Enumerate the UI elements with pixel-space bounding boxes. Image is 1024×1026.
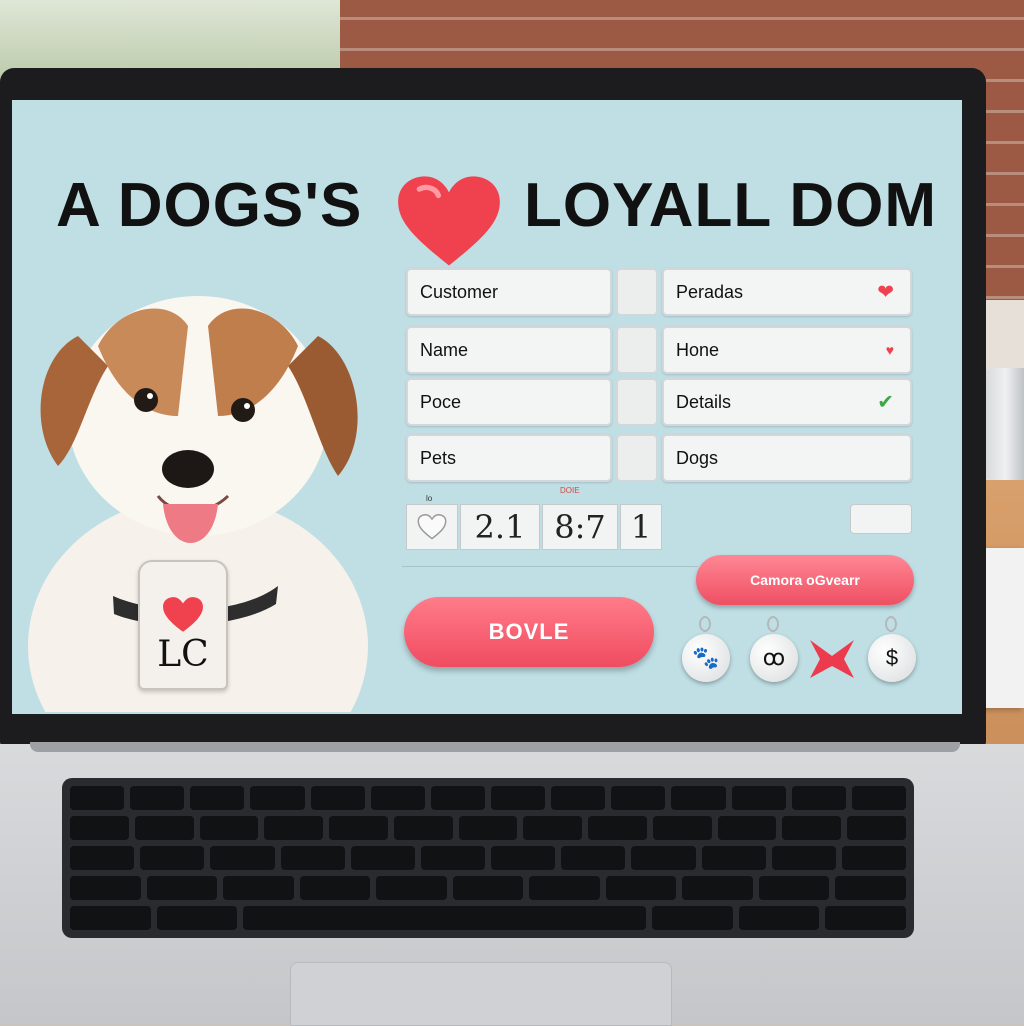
- close-icon[interactable]: [806, 636, 858, 682]
- collar-tag: LC: [138, 560, 228, 690]
- clover-icon: ꝏ: [750, 634, 798, 682]
- field-label: Name: [420, 339, 469, 360]
- checkbox[interactable]: [616, 326, 658, 374]
- pets-field[interactable]: Pets: [406, 434, 612, 482]
- trackpad: [290, 962, 672, 1026]
- customer-field[interactable]: Customer: [406, 268, 612, 316]
- field-label: Poce: [420, 391, 462, 412]
- tag-text: LC: [157, 634, 209, 675]
- field-label: Dogs: [676, 447, 719, 468]
- date-counter: lo DOIE 2.1 8:7 1: [404, 486, 666, 552]
- field-label: Pets: [420, 447, 457, 468]
- small-input[interactable]: [850, 504, 912, 534]
- heart-icon: [398, 176, 500, 266]
- counter-label: lo: [426, 494, 433, 503]
- clover-charm[interactable]: ꝏ: [750, 616, 798, 686]
- heart-icon: [406, 504, 458, 550]
- dollar-icon: $: [868, 634, 916, 682]
- laptop-hinge: [30, 742, 960, 752]
- checkbox[interactable]: [616, 434, 658, 482]
- divider: [402, 566, 698, 567]
- title-right-text: LOYALL DOM: [524, 171, 938, 240]
- laptop-keyboard: [62, 778, 914, 938]
- page-title: A DOGS'S LOYALL DOM: [12, 136, 962, 266]
- heart-icon: ♥: [885, 342, 894, 358]
- checkbox[interactable]: [616, 268, 658, 316]
- field-label: Customer: [420, 281, 499, 302]
- laptop-screen: A DOGS'S LOYALL DOM LC Customer Name Poc…: [12, 100, 962, 714]
- counter-label: DOIE: [560, 486, 580, 495]
- primary-button[interactable]: BOVLE: [404, 597, 654, 667]
- hone-field[interactable]: Hone ♥: [662, 326, 912, 374]
- secondary-button[interactable]: Camora oGvearr: [696, 555, 914, 605]
- counter-digit: 8:7: [542, 504, 618, 550]
- heart-icon: [163, 597, 203, 632]
- check-icon: ✔: [877, 391, 894, 414]
- field-label: Details: [676, 391, 732, 412]
- counter-digit: 2.1: [460, 504, 540, 550]
- peradas-field[interactable]: Peradas ❤: [662, 268, 912, 316]
- dogs-field[interactable]: Dogs: [662, 434, 912, 482]
- dollar-charm[interactable]: $: [868, 616, 916, 686]
- field-label: Hone: [676, 339, 720, 360]
- name-field[interactable]: Name: [406, 326, 612, 374]
- paw-icon: 🐾: [682, 634, 730, 682]
- paw-charm[interactable]: 🐾: [682, 616, 730, 686]
- poce-field[interactable]: Poce: [406, 378, 612, 426]
- details-field[interactable]: Details ✔: [662, 378, 912, 426]
- counter-digit: 1: [620, 504, 662, 550]
- field-label: Peradas: [676, 281, 744, 302]
- heart-icon: ❤: [877, 281, 894, 304]
- checkbox[interactable]: [616, 378, 658, 426]
